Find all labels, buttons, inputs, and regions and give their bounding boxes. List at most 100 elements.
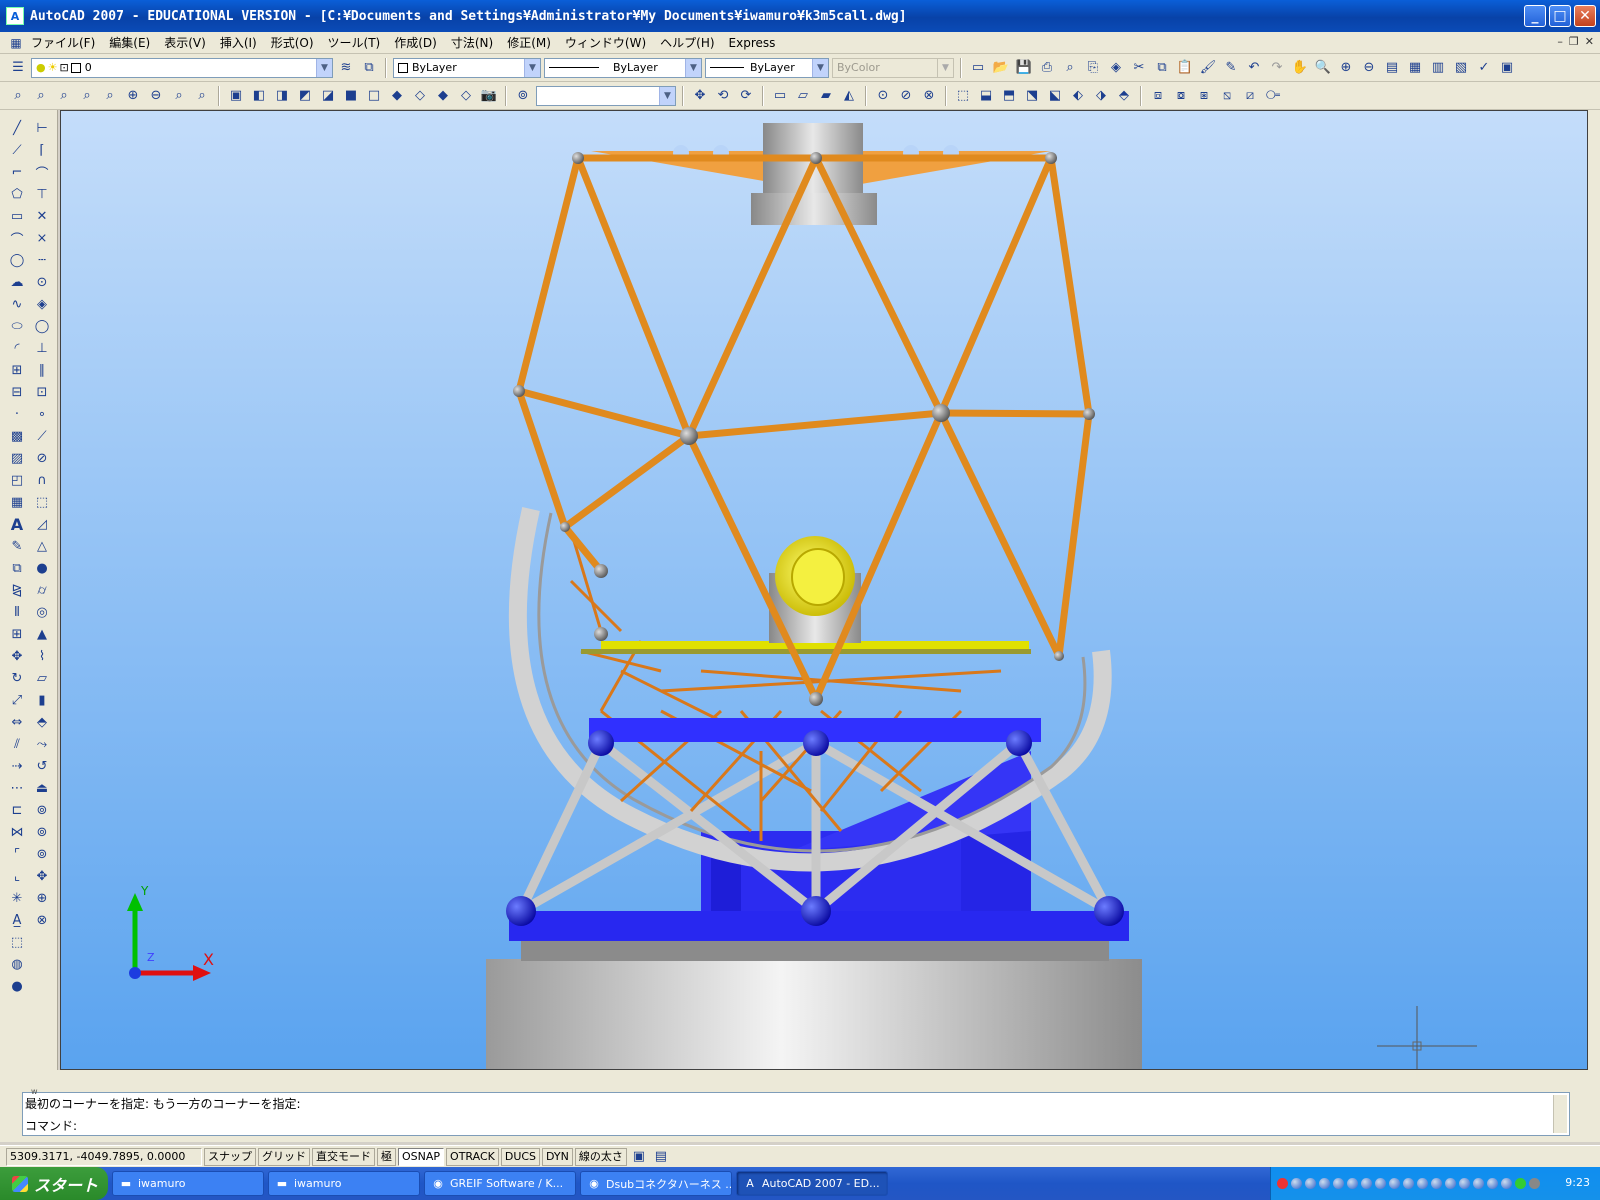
lineweight-toggle[interactable]: 線の太さ bbox=[574, 1147, 627, 1166]
drawing-viewport[interactable]: Y Z X bbox=[60, 110, 1588, 1070]
tray-icon[interactable] bbox=[1473, 1178, 1484, 1189]
tray-icon[interactable] bbox=[1459, 1178, 1470, 1189]
check-icon[interactable]: ⧄ bbox=[1240, 86, 1260, 106]
menu-file[interactable]: ファイル(F) bbox=[24, 34, 102, 51]
snap-toggle[interactable]: スナップ bbox=[204, 1147, 256, 1166]
dyn-toggle[interactable]: DYN bbox=[542, 1147, 573, 1166]
subtract-icon[interactable]: ⊘ bbox=[896, 86, 916, 106]
chevron-down-icon[interactable]: ▼ bbox=[659, 86, 675, 105]
break-at-point-icon[interactable]: ⋯ bbox=[6, 778, 28, 798]
rotate-icon[interactable]: ↻ bbox=[6, 668, 28, 688]
zoom-extents-icon[interactable]: ⌕ bbox=[192, 86, 212, 106]
ortho-toggle[interactable]: 直交モード bbox=[312, 1147, 375, 1166]
command-line-window[interactable]: w 最初のコーナーを指定: もう一方のコーナーを指定: コマンド: bbox=[22, 1087, 1570, 1136]
menu-dimension[interactable]: 寸法(N) bbox=[444, 34, 500, 51]
tray-icon[interactable] bbox=[1333, 1178, 1344, 1189]
coordinate-readout[interactable]: 5309.3171, -4049.7895, 0.0000 bbox=[6, 1147, 202, 1166]
box-solid-icon[interactable]: ⬚ bbox=[31, 492, 53, 512]
quadrant-snap-icon[interactable]: ◈ bbox=[31, 294, 53, 314]
3d-rotate-icon[interactable]: ⊕ bbox=[31, 888, 53, 908]
shell-icon[interactable]: ⧅ bbox=[1217, 86, 1237, 106]
copy-icon[interactable]: ⧉ bbox=[1152, 58, 1172, 78]
node-snap-icon[interactable]: ∘ bbox=[31, 404, 53, 424]
separate-icon[interactable]: ⧆ bbox=[1194, 86, 1214, 106]
osnap-settings-icon[interactable]: ∩ bbox=[31, 470, 53, 490]
3d-move-icon[interactable]: ✥ bbox=[31, 866, 53, 886]
zoom-window-icon[interactable]: ⌕ bbox=[8, 86, 28, 106]
layer-combo[interactable]: ● ☀ ⊡ 0 ▼ bbox=[31, 57, 333, 78]
intersection-snap-icon[interactable]: ✕ bbox=[31, 206, 53, 226]
3d-wireframe-icon[interactable]: ▱ bbox=[793, 86, 813, 106]
taskbar-item-browser-dsub[interactable]: ◉ Dsubコネクタハーネス ... bbox=[580, 1171, 732, 1196]
break-icon[interactable]: ⊏ bbox=[6, 800, 28, 820]
free-orbit-icon[interactable]: ⟳ bbox=[736, 86, 756, 106]
mirror-icon[interactable]: ⧎ bbox=[6, 580, 28, 600]
menu-modify[interactable]: 修正(M) bbox=[500, 34, 558, 51]
tray-icon[interactable] bbox=[1501, 1178, 1512, 1189]
presspull-icon[interactable]: ⬘ bbox=[31, 712, 53, 732]
join-icon[interactable]: ⋈ bbox=[6, 822, 28, 842]
3d-align-icon[interactable]: ⊗ bbox=[31, 910, 53, 930]
ellipse-arc-icon[interactable]: ◜ bbox=[6, 338, 28, 358]
delete-face-icon[interactable]: ⬔ bbox=[1022, 86, 1042, 106]
zoom-dynamic-icon[interactable]: ⌕ bbox=[31, 86, 51, 106]
wedge-icon[interactable]: ◿ bbox=[31, 514, 53, 534]
tray-icon[interactable] bbox=[1529, 1178, 1540, 1189]
doc-restore-icon[interactable]: ❐ bbox=[1569, 35, 1579, 48]
erase-icon[interactable]: ✎ bbox=[6, 536, 28, 556]
imprint-icon[interactable]: ⧈ bbox=[1148, 86, 1168, 106]
calculator-icon[interactable]: ▣ bbox=[1497, 58, 1517, 78]
view-manager-icon[interactable]: ⊚ bbox=[513, 86, 533, 106]
tray-icon[interactable] bbox=[1515, 1178, 1526, 1189]
scale-icon[interactable]: ⤢ bbox=[6, 690, 28, 710]
menu-edit[interactable]: 編集(E) bbox=[102, 34, 157, 51]
taper-face-icon[interactable]: ⬖ bbox=[1068, 86, 1088, 106]
point-icon[interactable]: · bbox=[6, 404, 28, 424]
table-icon[interactable]: ▦ bbox=[6, 492, 28, 512]
slice-icon[interactable]: ⧃ bbox=[1263, 86, 1283, 106]
loft-icon[interactable]: ⏏ bbox=[31, 778, 53, 798]
make-object-layer-current-icon[interactable]: ⧉ bbox=[359, 58, 379, 78]
rotate-face-icon[interactable]: ⬕ bbox=[1045, 86, 1065, 106]
command-scrollbar[interactable] bbox=[1553, 1095, 1567, 1133]
grid-toggle[interactable]: グリッド bbox=[258, 1147, 310, 1166]
layer-previous-icon[interactable]: ≋ bbox=[336, 58, 356, 78]
linetype-combo[interactable]: ByLayer ▼ bbox=[544, 57, 702, 78]
named-view-combo[interactable]: ▼ bbox=[536, 85, 676, 106]
maximize-button[interactable]: □ bbox=[1549, 5, 1571, 27]
tray-icon[interactable] bbox=[1291, 1178, 1302, 1189]
save-icon[interactable]: 💾 bbox=[1014, 58, 1034, 78]
ne-iso-view-icon[interactable]: ◆ bbox=[433, 86, 453, 106]
chevron-down-icon[interactable]: ▼ bbox=[812, 58, 828, 77]
right-view-icon[interactable]: ◪ bbox=[318, 86, 338, 106]
sphere-icon[interactable]: ● bbox=[31, 558, 53, 578]
3d-sphere-icon[interactable]: ◍ bbox=[6, 954, 28, 974]
sheet-set-icon[interactable]: ▧ bbox=[1451, 58, 1471, 78]
undo-icon[interactable]: ↶ bbox=[1244, 58, 1264, 78]
line-icon[interactable]: ╱ bbox=[6, 118, 28, 138]
extension-snap-icon[interactable]: ┄ bbox=[31, 250, 53, 270]
move-icon[interactable]: ✥ bbox=[6, 646, 28, 666]
perpendicular-snap-icon[interactable]: ⊥ bbox=[31, 338, 53, 358]
chevron-down-icon[interactable]: ▼ bbox=[316, 58, 332, 77]
cut-icon[interactable]: ✂ bbox=[1129, 58, 1149, 78]
plot-preview-icon[interactable]: ⌕ bbox=[1060, 58, 1080, 78]
realistic-icon[interactable]: ◭ bbox=[839, 86, 859, 106]
taskbar-item-folder-iwamuro-2[interactable]: ▬ iwamuro bbox=[268, 1171, 420, 1196]
zoom-in-icon[interactable]: ⊕ bbox=[123, 86, 143, 106]
linear-dimension-icon[interactable]: ⊢ bbox=[31, 118, 53, 138]
menu-help[interactable]: ヘルプ(H) bbox=[653, 34, 721, 51]
color-face-icon[interactable]: ⬘ bbox=[1114, 86, 1134, 106]
torus-icon[interactable]: ◎ bbox=[31, 602, 53, 622]
zoom-object-icon[interactable]: ⌕ bbox=[100, 86, 120, 106]
multiline-text-icon[interactable]: A bbox=[6, 514, 28, 534]
left-view-icon[interactable]: ◩ bbox=[295, 86, 315, 106]
tray-icon[interactable] bbox=[1347, 1178, 1358, 1189]
doc-minimize-icon[interactable]: – bbox=[1557, 35, 1563, 48]
menu-format[interactable]: 形式(O) bbox=[264, 34, 321, 51]
doc-close-icon[interactable]: ✕ bbox=[1585, 35, 1594, 48]
parallel-snap-icon[interactable]: ∥ bbox=[31, 360, 53, 380]
explode-icon[interactable]: ✳ bbox=[6, 888, 28, 908]
insert-snap-icon[interactable]: ⊡ bbox=[31, 382, 53, 402]
zoom-out-icon[interactable]: ⊖ bbox=[146, 86, 166, 106]
